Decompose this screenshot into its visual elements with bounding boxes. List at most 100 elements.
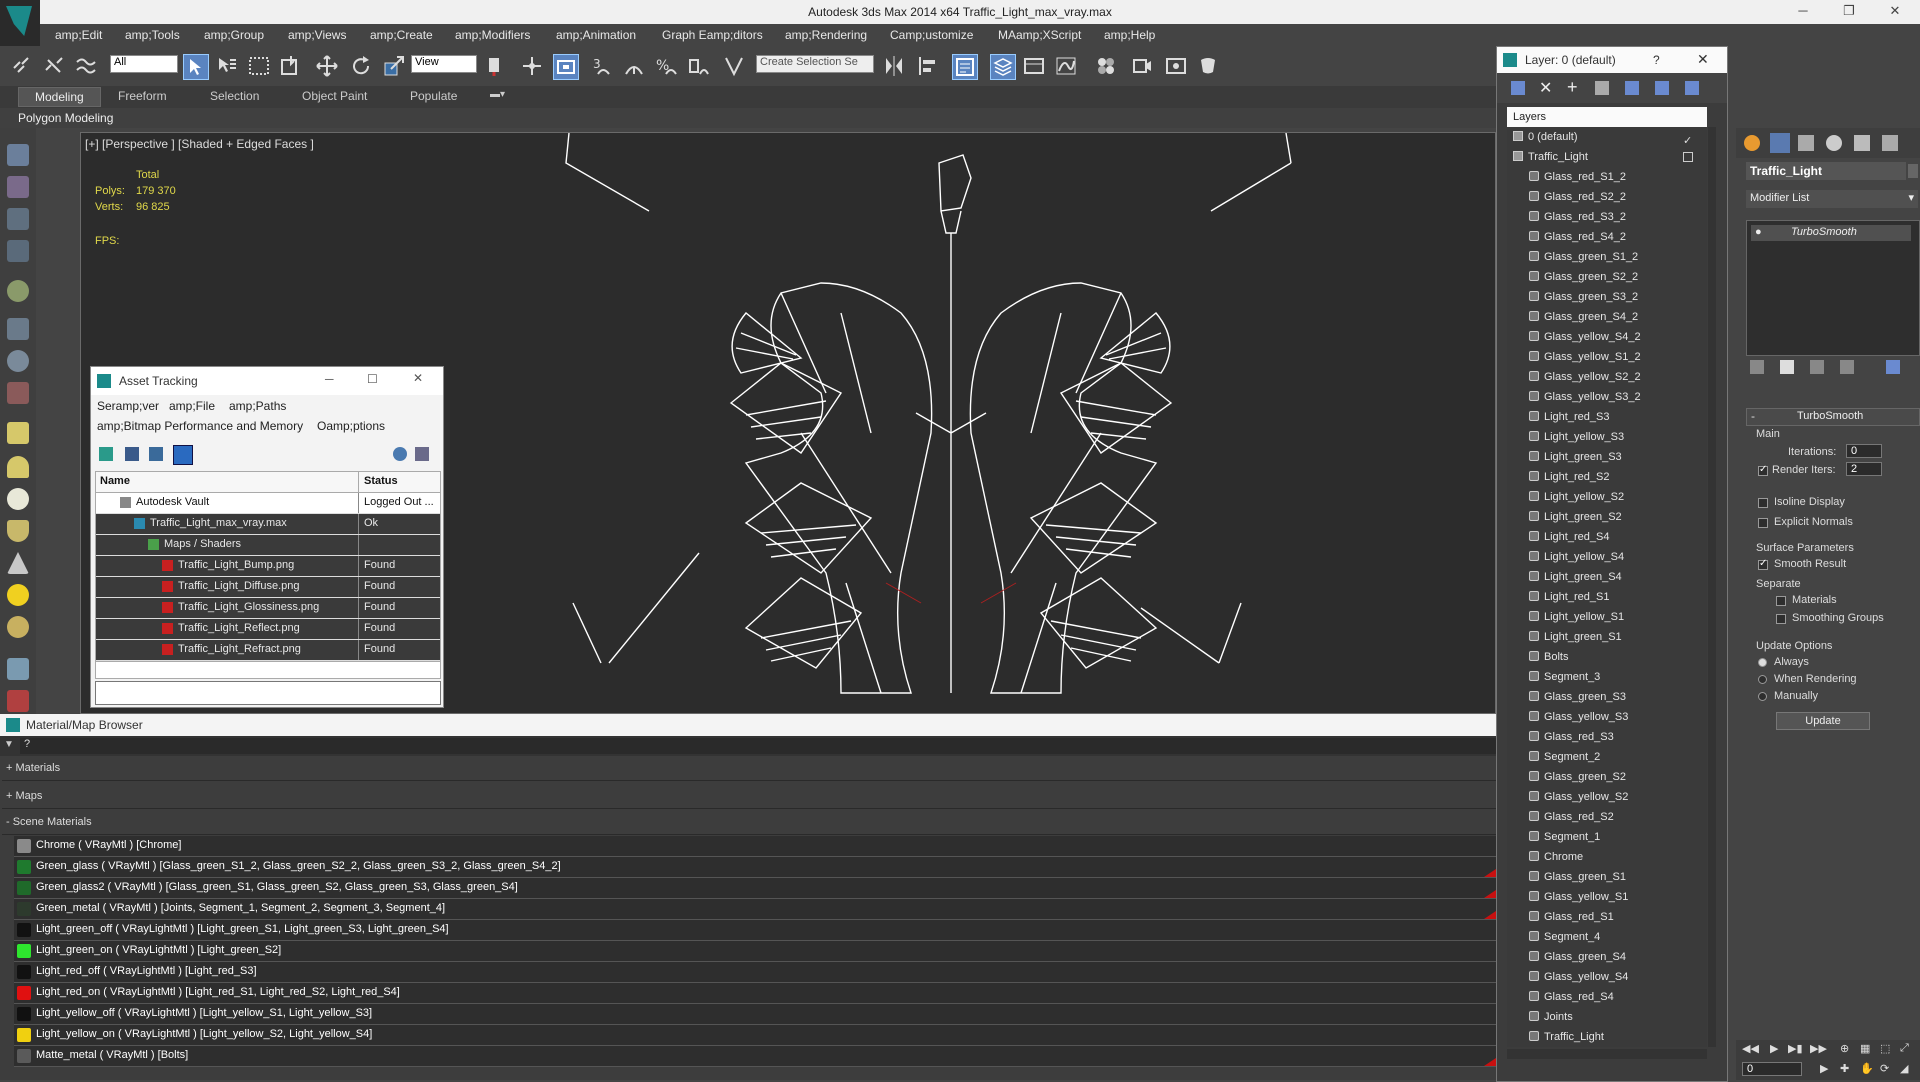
viewport-label[interactable]: [+] [Perspective ] [Shaded + Edged Faces… [85,137,314,151]
layer-scrollbar[interactable] [1708,127,1716,1047]
orbit-icon[interactable]: ✚ [1840,1062,1849,1075]
layer-object-item[interactable]: Glass_red_S3_2 [1529,211,1626,231]
menu-modifiers[interactable]: amp;Modifiers [455,28,530,42]
set-current-layer-icon[interactable] [1625,81,1639,95]
polygon-modeling-panel[interactable]: Polygon Modeling [18,111,113,125]
asset-menu-file[interactable]: amp;File [169,399,215,413]
freeze-layers-icon[interactable] [1685,81,1699,95]
motion-tab-icon[interactable] [1826,135,1842,151]
close-button[interactable]: ✕ [1880,3,1910,19]
named-selection-set-dropdown[interactable]: Create Selection Se [756,55,874,73]
update-always-radio[interactable] [1758,658,1767,667]
material-row[interactable]: Green_glass ( VRayMtl ) [Glass_green_S1_… [14,857,1522,878]
modify-tab-icon[interactable] [1770,133,1790,153]
layer-object-item[interactable]: Glass_red_S1 [1529,911,1614,931]
material-row[interactable]: Light_red_on ( VRayLightMtl ) [Light_red… [14,983,1522,1004]
list-view-icon[interactable] [125,447,139,461]
material-row[interactable]: Green_metal ( VRayMtl ) [Joints, Segment… [14,899,1522,920]
layer-object-item[interactable]: Light_yellow_S4 [1529,551,1624,571]
edit-named-selection-icon[interactable] [722,54,746,78]
link-icon[interactable] [10,54,34,78]
render-iters-spinner[interactable]: 2 [1846,462,1882,476]
create-tab-icon[interactable] [1744,135,1760,151]
prev-key-icon[interactable]: ◀◀ [1742,1042,1759,1055]
update-when-rendering-radio[interactable] [1758,675,1767,684]
field-of-view-icon[interactable]: ◢ [1900,1062,1908,1075]
menu-create[interactable]: amp;Create [370,28,433,42]
asset-close-button[interactable]: ✕ [413,371,423,385]
tab-object-paint[interactable]: Object Paint [302,89,367,103]
menu-graph-editors[interactable]: Graph Eamp;ditors [662,28,763,42]
layer-object-item[interactable]: Light_red_S2 [1529,471,1609,491]
modifier-list-dropdown[interactable]: Modifier List ▾ [1746,190,1918,208]
layer-item[interactable]: Traffic_Light [1513,151,1588,171]
app-logo-icon[interactable] [0,0,40,50]
layer-object-item[interactable]: Glass_green_S4 [1529,951,1626,971]
object-color-swatch[interactable] [1908,164,1918,178]
asset-path-field[interactable] [95,681,441,705]
asset-row[interactable]: Traffic_Light_max_vray.max Ok [96,514,440,535]
asset-row[interactable]: Traffic_Light_Refract.png Found [96,640,440,661]
material-sphere-icon[interactable] [7,616,29,638]
pin-stack-icon[interactable] [1750,360,1764,374]
object-name-field[interactable]: Traffic_Light [1746,162,1906,180]
iterations-spinner[interactable]: 0 [1846,444,1882,458]
zoom-icon[interactable]: ⊕ [1840,1042,1849,1055]
ribbon-options-icon[interactable]: ▬▾ [490,89,505,100]
arc-rotate-icon[interactable]: ⟳ [1880,1062,1889,1075]
utilities-tab-icon[interactable] [1882,135,1898,151]
help-icon[interactable] [393,447,407,461]
layer-object-item[interactable]: Light_red_S3 [1529,411,1609,431]
remove-modifier-icon[interactable] [1840,360,1854,374]
tab-selection[interactable]: Selection [210,89,259,103]
graphite-ribbon-icon[interactable] [1022,54,1046,78]
layer-object-item[interactable]: Glass_yellow_S1 [1529,891,1628,911]
material-row[interactable]: Light_green_off ( VRayLightMtl ) [Light_… [14,920,1522,941]
configure-modifier-sets-icon[interactable] [1886,360,1900,374]
material-row[interactable]: Light_yellow_off ( VRayLightMtl ) [Light… [14,1004,1522,1025]
layer-object-item[interactable]: Glass_yellow_S2_2 [1529,371,1641,391]
asset-row[interactable]: Autodesk Vault Logged Out ... [96,493,440,514]
percent-snap-icon[interactable]: % [654,54,678,78]
angle-snap-icon[interactable] [622,54,646,78]
asset-menu-bitmap[interactable]: amp;Bitmap Performance and Memory [97,419,303,433]
layer-object-item[interactable]: Segment_1 [1529,831,1600,851]
time-config-icon[interactable]: ▶ [1820,1062,1828,1075]
menu-views[interactable]: amp;Views [288,28,346,42]
asset-row[interactable]: Maps / Shaders [96,535,440,556]
asset-minimize-button[interactable]: ─ [325,372,334,386]
group-scene-materials[interactable]: - Scene Materials [2,812,1527,835]
render-iters-checkbox[interactable] [1758,464,1768,476]
smooth-result-checkbox[interactable] [1758,558,1768,570]
material-editor-icon[interactable] [1094,54,1118,78]
tab-modeling[interactable]: Modeling [18,87,101,107]
group-maps[interactable]: + Maps [2,786,1527,809]
selection-filter-dropdown[interactable]: All [110,55,178,73]
material-row[interactable]: Light_green_on ( VRayLightMtl ) [Light_g… [14,941,1522,962]
group-materials[interactable]: + Materials [2,758,1527,781]
menu-animation[interactable]: amp;Animation [556,28,636,42]
toggle-layer-explorer-icon[interactable] [990,54,1016,80]
menu-customize[interactable]: Camp;ustomize [890,28,973,42]
menu-group[interactable]: amp;Group [204,28,264,42]
list-icon[interactable] [7,208,29,230]
select-by-name-icon[interactable] [215,54,239,78]
layer-object-item[interactable]: Light_yellow_S1 [1529,611,1624,631]
reference-coordinate-dropdown[interactable]: View [411,55,477,73]
display-tab-icon[interactable] [1854,135,1870,151]
particles-icon[interactable] [7,658,29,680]
box-icon[interactable] [7,422,29,444]
grid-view-icon[interactable] [173,445,193,465]
pan-icon[interactable]: ✋ [1860,1062,1874,1075]
material-browser-titlebar[interactable]: Material/Map Browser ✕ [0,714,1532,736]
add-to-layer-icon[interactable]: + [1567,77,1578,98]
hemisphere-icon[interactable] [7,456,29,478]
layer-object-item[interactable]: Glass_red_S4_2 [1529,231,1626,251]
asset-maximize-button[interactable]: ☐ [367,372,378,386]
layer-object-item[interactable]: Glass_yellow_S3 [1529,711,1628,731]
align-icon[interactable] [916,54,940,78]
render-setup-icon[interactable] [1130,54,1154,78]
layer-object-item[interactable]: Glass_red_S1_2 [1529,171,1626,191]
zoom-all-icon[interactable]: ▦ [1860,1042,1870,1055]
layer-object-item[interactable]: Glass_yellow_S4 [1529,971,1628,991]
